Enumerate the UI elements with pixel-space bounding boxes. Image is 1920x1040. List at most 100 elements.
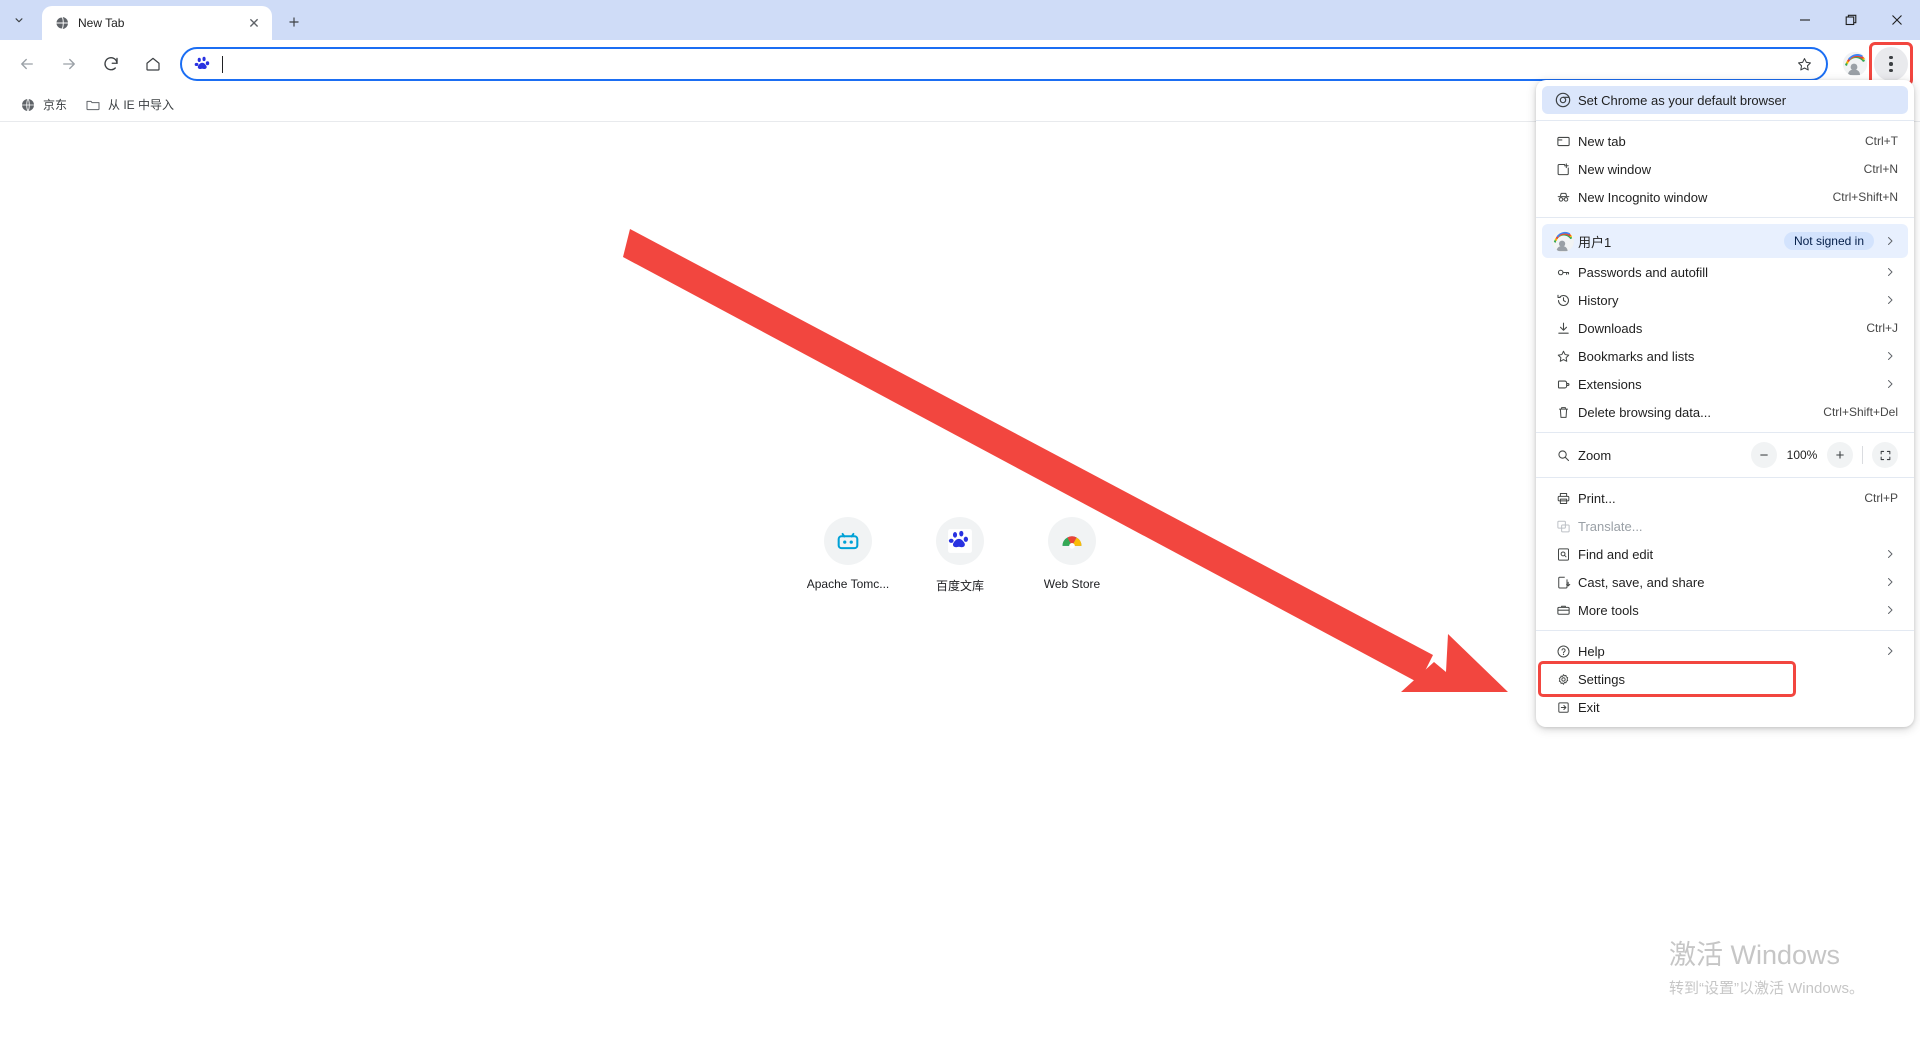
menu-item-new-tab[interactable]: New tab Ctrl+T	[1542, 127, 1908, 155]
zoom-out-button[interactable]: −	[1751, 442, 1777, 468]
menu-item-shortcut: Ctrl+P	[1864, 491, 1898, 505]
profile-button[interactable]	[1838, 47, 1872, 81]
printer-icon	[1548, 491, 1578, 506]
bookmark-label: 从 IE 中导入	[108, 98, 175, 112]
reload-icon	[104, 57, 118, 71]
menu-item-more-tools[interactable]: More tools	[1542, 596, 1908, 624]
cast-save-share-icon	[1548, 575, 1578, 590]
tab-title: New Tab	[78, 16, 125, 30]
menu-item-extensions[interactable]: Extensions	[1542, 370, 1908, 398]
watermark-title: 激活 Windows	[1668, 940, 1841, 971]
zoom-controls: − 100% +	[1751, 442, 1898, 468]
menu-item-profile[interactable]: 用户1 Not signed in	[1542, 224, 1908, 258]
chevron-right-icon	[1882, 604, 1898, 616]
menu-item-shortcut: Ctrl+Shift+N	[1832, 190, 1898, 204]
dot	[1889, 68, 1893, 73]
exit-icon	[1548, 700, 1578, 715]
three-dot-menu-button[interactable]	[1874, 47, 1908, 81]
menu-item-history[interactable]: History	[1542, 286, 1908, 314]
bookmark-folder-import-from-ie[interactable]: 从 IE 中导入	[77, 92, 182, 118]
menu-item-label: 用户1	[1578, 234, 1612, 250]
menu-item-passwords-and-autofill[interactable]: Passwords and autofill	[1542, 258, 1908, 286]
menu-item-find-and-edit[interactable]: Find and edit	[1542, 540, 1908, 568]
menu-item-bookmarks-and-lists[interactable]: Bookmarks and lists	[1542, 342, 1908, 370]
tomcat-icon	[837, 532, 859, 550]
chevron-right-icon	[1882, 378, 1898, 390]
menu-separator	[1536, 217, 1914, 218]
forward-arrow-icon	[63, 58, 75, 70]
shortcut-web-store[interactable]: Web Store	[1016, 517, 1128, 594]
chevron-right-icon	[1882, 576, 1898, 588]
globe-icon	[55, 16, 68, 30]
bookmark-item-jingdong[interactable]: 京东	[12, 92, 75, 118]
tab-close-button[interactable]: ✕	[244, 13, 264, 33]
menu-item-exit[interactable]: Exit	[1542, 693, 1908, 721]
menu-item-label: New tab	[1578, 133, 1626, 149]
gear-icon	[1548, 672, 1578, 687]
profile-avatar-icon	[1548, 230, 1578, 252]
avatar	[1843, 52, 1867, 76]
bookmark-label: 京东	[43, 98, 68, 112]
zoom-in-button[interactable]: +	[1827, 442, 1853, 468]
key-icon	[1548, 265, 1578, 280]
back-arrow-icon	[21, 58, 33, 70]
home-button[interactable]	[136, 47, 170, 81]
shortcut-tile	[1048, 517, 1096, 565]
menu-item-settings[interactable]: Settings	[1538, 661, 1908, 697]
tab-search-button[interactable]	[2, 5, 36, 35]
address-bar-caret	[222, 55, 223, 73]
shortcut-label: Web Store	[1043, 577, 1101, 591]
close-button[interactable]	[1874, 0, 1920, 40]
baidu-paw-icon	[194, 56, 210, 70]
menu-item-new-window[interactable]: New window Ctrl+N	[1542, 155, 1908, 183]
magnifier-icon	[1548, 448, 1578, 463]
menu-item-label: Print...	[1578, 490, 1616, 506]
fullscreen-icon	[1880, 450, 1890, 460]
menu-item-label: Find and edit	[1578, 546, 1654, 562]
tab-new-tab[interactable]: New Tab ✕	[42, 6, 272, 40]
menu-item-help[interactable]: Help	[1542, 637, 1908, 665]
find-icon	[1548, 547, 1578, 562]
toolbox-icon	[1548, 603, 1578, 618]
back-button[interactable]	[10, 47, 44, 81]
new-tab-button[interactable]	[280, 8, 308, 36]
reload-button[interactable]	[94, 47, 128, 81]
menu-separator	[1536, 630, 1914, 631]
menu-item-delete-browsing-data[interactable]: Delete browsing data... Ctrl+Shift+Del	[1542, 398, 1908, 426]
minimize-button[interactable]	[1782, 0, 1828, 40]
menu-item-label: Set Chrome as your default browser	[1578, 92, 1787, 108]
zoom-level-value: 100%	[1786, 448, 1818, 462]
menu-item-translate: Translate...	[1542, 512, 1908, 540]
shortcut-baidu-wenku[interactable]: 百度文库	[904, 517, 1016, 594]
menu-item-label: Zoom	[1578, 447, 1612, 463]
menu-separator	[1536, 432, 1914, 433]
watermark-subtitle: 转到“设置”以激活 Windows。	[1668, 980, 1864, 997]
menu-item-label: Bookmarks and lists	[1578, 348, 1695, 364]
menu-item-shortcut: Ctrl+T	[1865, 134, 1898, 148]
menu-item-new-incognito-window[interactable]: New Incognito window Ctrl+Shift+N	[1542, 183, 1908, 211]
bookmark-star-button[interactable]	[1792, 52, 1816, 76]
new-tab-icon	[1548, 134, 1578, 149]
menu-item-set-default-browser[interactable]: Set Chrome as your default browser	[1542, 86, 1908, 114]
menu-item-downloads[interactable]: Downloads Ctrl+J	[1542, 314, 1908, 342]
divider	[1862, 446, 1863, 464]
new-window-icon	[1548, 162, 1578, 177]
shortcut-apache-tomcat[interactable]: Apache Tomc...	[792, 517, 904, 594]
chevron-down-icon	[15, 18, 23, 23]
menu-item-zoom: Zoom − 100% +	[1542, 439, 1908, 471]
chevron-right-icon	[1882, 235, 1898, 247]
fullscreen-button[interactable]	[1872, 442, 1898, 468]
restore-icon	[1845, 14, 1857, 26]
windows-activation-watermark: 激活 Windows 转到“设置”以激活 Windows。	[1669, 939, 1864, 998]
address-bar[interactable]	[180, 47, 1828, 81]
menu-item-print[interactable]: Print... Ctrl+P	[1542, 484, 1908, 512]
menu-item-shortcut: Ctrl+J	[1866, 321, 1898, 335]
status-badge: Not signed in	[1783, 232, 1874, 250]
dot	[1889, 55, 1893, 60]
menu-item-cast-save-and-share[interactable]: Cast, save, and share	[1542, 568, 1908, 596]
maximize-button[interactable]	[1828, 0, 1874, 40]
forward-button[interactable]	[52, 47, 86, 81]
extensions-icon	[1548, 377, 1578, 392]
avatar	[1552, 230, 1574, 252]
menu-item-label: Cast, save, and share	[1578, 574, 1705, 590]
